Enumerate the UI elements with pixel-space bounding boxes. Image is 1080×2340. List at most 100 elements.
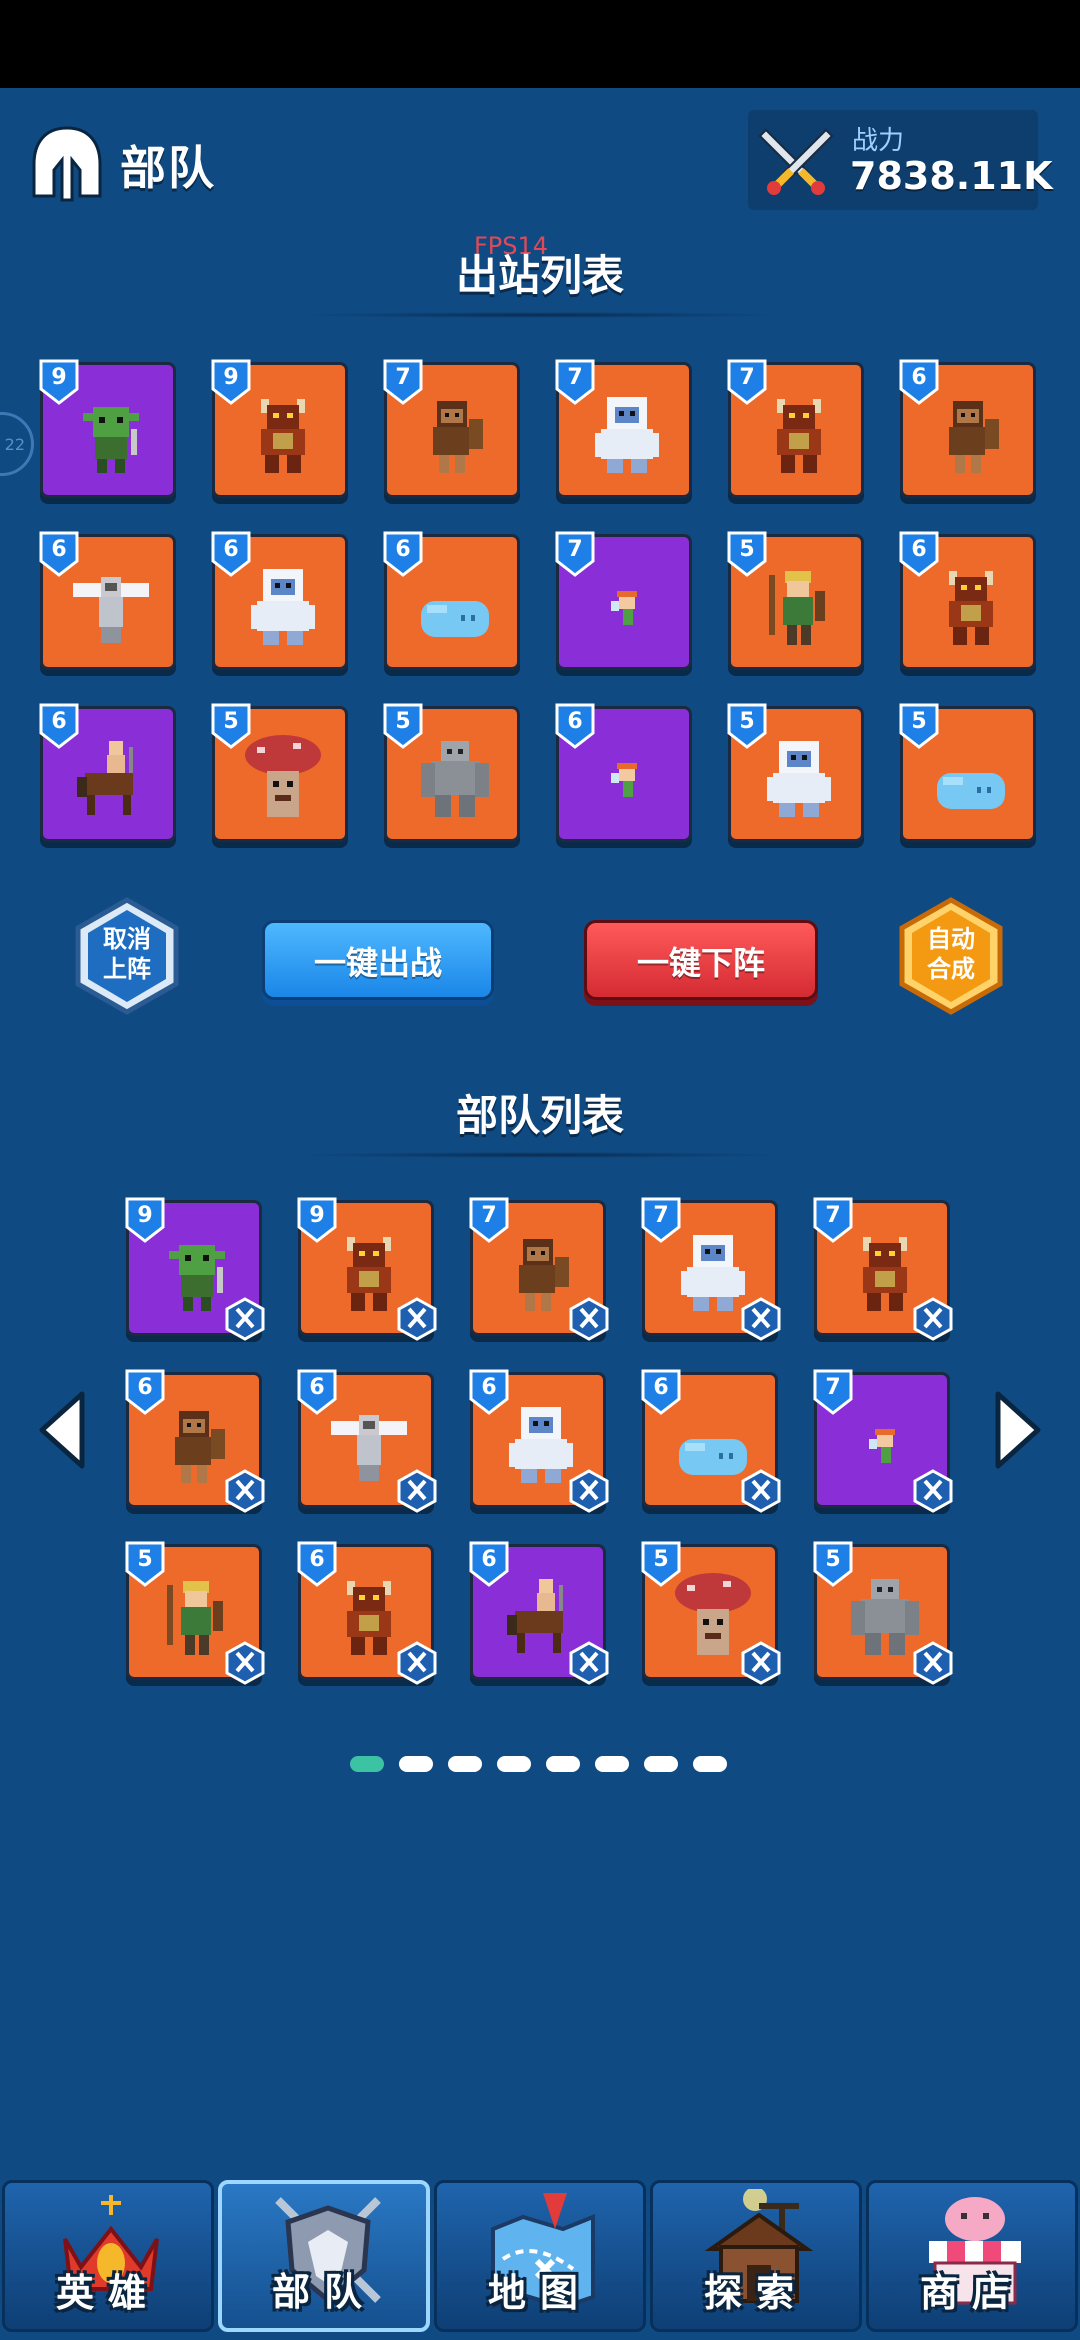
page-dot[interactable] bbox=[399, 1756, 433, 1772]
merge-tools-icon[interactable] bbox=[913, 1469, 953, 1513]
merge-tools-icon[interactable] bbox=[225, 1469, 265, 1513]
unit-card-mushroom[interactable]: 5 bbox=[211, 703, 348, 842]
unit-card-fairy[interactable]: 6 bbox=[555, 703, 692, 842]
unit-card-yeti[interactable]: 7 bbox=[641, 1197, 781, 1341]
slime-icon bbox=[937, 773, 1005, 809]
level-number: 6 bbox=[911, 537, 927, 562]
merge-tools-icon[interactable] bbox=[569, 1297, 609, 1341]
unit-card-golem[interactable]: 5 bbox=[383, 703, 520, 842]
unit-card-caveman[interactable]: 6 bbox=[899, 359, 1036, 498]
page-dot[interactable] bbox=[595, 1756, 629, 1772]
unit-card-minotaur[interactable]: 6 bbox=[297, 1541, 437, 1685]
level-number: 5 bbox=[739, 537, 755, 562]
nav-tab-2[interactable]: 地图 bbox=[434, 2180, 646, 2332]
yeti-icon bbox=[595, 397, 659, 473]
unit-card-yeti[interactable]: 6 bbox=[211, 531, 348, 670]
unit-card-yeti[interactable]: 7 bbox=[555, 359, 692, 498]
unit-card-archer[interactable]: 5 bbox=[727, 531, 864, 670]
merge-tools-icon[interactable] bbox=[569, 1641, 609, 1685]
level-number: 7 bbox=[825, 1203, 841, 1228]
level-number: 7 bbox=[653, 1203, 669, 1228]
auto-merge-line2: 合成 bbox=[927, 955, 975, 983]
caveman-icon bbox=[949, 401, 999, 473]
merge-tools-icon[interactable] bbox=[741, 1469, 781, 1513]
level-number: 7 bbox=[567, 365, 583, 390]
nav-tab-label: 探索 bbox=[703, 2271, 808, 2315]
page-dot[interactable] bbox=[546, 1756, 580, 1772]
page-dot[interactable] bbox=[448, 1756, 482, 1772]
auto-merge-button[interactable]: 自动 合成 bbox=[896, 896, 1006, 1016]
divider bbox=[300, 1152, 780, 1158]
status-bar bbox=[0, 0, 1080, 88]
goblin-icon bbox=[83, 407, 139, 473]
level-number: 6 bbox=[137, 1375, 153, 1400]
nav-tab-1[interactable]: 部队 bbox=[218, 2180, 430, 2332]
level-number: 6 bbox=[309, 1375, 325, 1400]
unit-card-slime[interactable]: 6 bbox=[383, 531, 520, 670]
merge-tools-icon[interactable] bbox=[913, 1641, 953, 1685]
unit-card-minotaur[interactable]: 6 bbox=[899, 531, 1036, 670]
merge-tools-icon[interactable] bbox=[569, 1469, 609, 1513]
yeti-icon bbox=[767, 741, 831, 817]
cancel-deploy-button[interactable]: 取消 上阵 bbox=[72, 896, 182, 1016]
unit-card-goblin[interactable]: 9 bbox=[125, 1197, 265, 1341]
unit-card-minotaur[interactable]: 7 bbox=[813, 1197, 953, 1341]
level-number: 5 bbox=[825, 1547, 841, 1572]
side-float-badge[interactable]: 22 bbox=[0, 412, 34, 476]
nav-tab-0[interactable]: 英雄 bbox=[2, 2180, 214, 2332]
page-dot[interactable] bbox=[644, 1756, 678, 1772]
minotaur-icon bbox=[261, 399, 305, 473]
unit-card-slime[interactable]: 5 bbox=[899, 703, 1036, 842]
merge-tools-icon[interactable] bbox=[225, 1641, 265, 1685]
level-number: 9 bbox=[137, 1203, 153, 1228]
archer-icon bbox=[769, 571, 825, 645]
next-page-arrow-icon[interactable] bbox=[990, 1388, 1046, 1472]
merge-tools-icon[interactable] bbox=[913, 1297, 953, 1341]
unit-card-golem[interactable]: 5 bbox=[813, 1541, 953, 1685]
nav-tab-label: 部队 bbox=[271, 2270, 376, 2314]
level-number: 9 bbox=[309, 1203, 325, 1228]
level-number: 6 bbox=[911, 365, 927, 390]
unit-card-fairy[interactable]: 7 bbox=[813, 1369, 953, 1513]
merge-tools-icon[interactable] bbox=[741, 1641, 781, 1685]
unit-card-angel[interactable]: 6 bbox=[39, 531, 176, 670]
unit-card-caveman[interactable]: 7 bbox=[469, 1197, 609, 1341]
unit-card-minotaur[interactable]: 7 bbox=[727, 359, 864, 498]
unit-card-archer[interactable]: 5 bbox=[125, 1541, 265, 1685]
merge-tools-icon[interactable] bbox=[741, 1297, 781, 1341]
unit-card-slime[interactable]: 6 bbox=[641, 1369, 781, 1513]
unit-card-yeti[interactable]: 6 bbox=[469, 1369, 609, 1513]
unit-card-fairy[interactable]: 7 bbox=[555, 531, 692, 670]
unit-card-caveman[interactable]: 7 bbox=[383, 359, 520, 498]
merge-tools-icon[interactable] bbox=[225, 1297, 265, 1341]
nav-tab-3[interactable]: 探索 bbox=[650, 2180, 862, 2332]
deploy-all-button[interactable]: 一键出战 bbox=[262, 920, 494, 1000]
unit-card-caveman[interactable]: 6 bbox=[125, 1369, 265, 1513]
mushroom-icon bbox=[245, 735, 321, 817]
page-dot[interactable] bbox=[350, 1756, 384, 1772]
remove-all-button[interactable]: 一键下阵 bbox=[584, 920, 818, 1000]
level-number: 7 bbox=[825, 1375, 841, 1400]
page-dot[interactable] bbox=[693, 1756, 727, 1772]
level-number: 7 bbox=[395, 365, 411, 390]
nav-tab-4[interactable]: 商店 bbox=[866, 2180, 1078, 2332]
level-number: 6 bbox=[481, 1375, 497, 1400]
unit-card-minotaur[interactable]: 9 bbox=[211, 359, 348, 498]
unit-card-angel[interactable]: 6 bbox=[297, 1369, 437, 1513]
unit-card-centaur[interactable]: 6 bbox=[39, 703, 176, 842]
minotaur-icon bbox=[949, 571, 993, 645]
cancel-deploy-line2: 上阵 bbox=[103, 955, 151, 983]
unit-card-goblin[interactable]: 9 bbox=[39, 359, 176, 498]
prev-page-arrow-icon[interactable] bbox=[34, 1388, 90, 1472]
unit-card-minotaur[interactable]: 9 bbox=[297, 1197, 437, 1341]
merge-tools-icon[interactable] bbox=[397, 1469, 437, 1513]
level-number: 5 bbox=[911, 709, 927, 734]
unit-card-centaur[interactable]: 6 bbox=[469, 1541, 609, 1685]
level-number: 6 bbox=[395, 537, 411, 562]
unit-card-mushroom[interactable]: 5 bbox=[641, 1541, 781, 1685]
level-number: 5 bbox=[137, 1547, 153, 1572]
merge-tools-icon[interactable] bbox=[397, 1641, 437, 1685]
page-dot[interactable] bbox=[497, 1756, 531, 1772]
unit-card-yeti[interactable]: 5 bbox=[727, 703, 864, 842]
merge-tools-icon[interactable] bbox=[397, 1297, 437, 1341]
